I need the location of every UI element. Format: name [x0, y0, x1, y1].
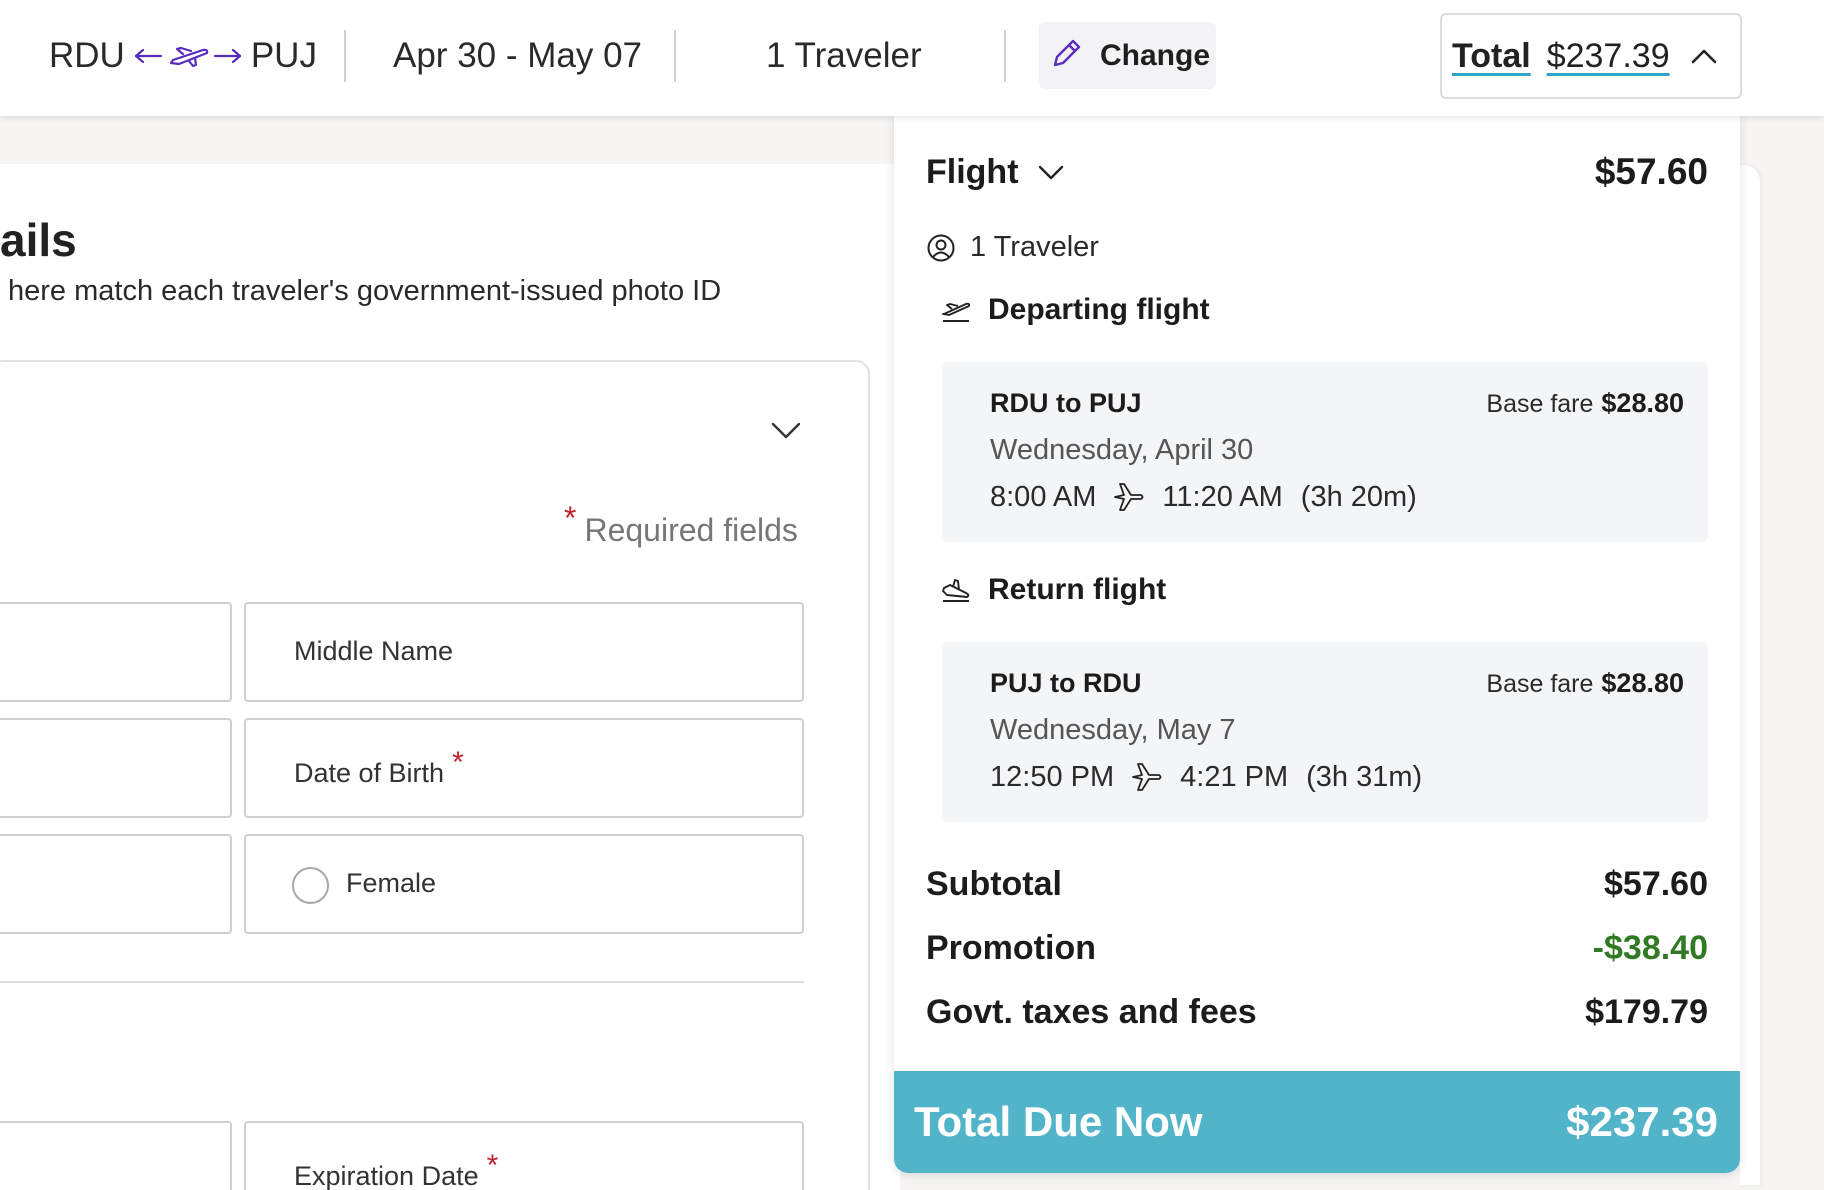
female-radio[interactable]	[292, 867, 329, 904]
dob-label: Date of Birth *	[294, 746, 464, 790]
subtotal-value: $57.60	[1604, 865, 1708, 903]
origin-code: RDU	[49, 36, 125, 75]
return-base-fare: Base fare $28.80	[1486, 668, 1684, 699]
base-fare-label: Base fare	[1486, 670, 1594, 698]
departing-flight-card: RDU to PUJ Base fare $28.80 Wednesday, Ap…	[942, 362, 1708, 542]
change-label: Change	[1100, 38, 1211, 72]
return-flight-card: PUJ to RDU Base fare $28.80 Wednesday, Ma…	[942, 642, 1708, 822]
taxes-label: Govt. taxes and fees	[926, 993, 1257, 1031]
subtotal-label: Subtotal	[926, 865, 1062, 903]
required-star: *	[452, 746, 464, 779]
departing-base-fare: Base fare $28.80	[1486, 388, 1684, 419]
panel-edge	[1740, 165, 1760, 1185]
trip-header: RDU PUJ Apr 30 - May 07 1 Traveler Chang…	[0, 0, 1824, 116]
depart-time: 8:00 AM	[990, 480, 1097, 513]
change-button[interactable]: Change	[1039, 22, 1216, 89]
promotion-label: Promotion	[926, 929, 1096, 967]
traveler-count: 1 Traveler	[926, 231, 1099, 264]
pencil-icon	[1050, 36, 1084, 75]
arrive-time: 4:21 PM	[1180, 760, 1289, 793]
flight-price: $57.60	[1594, 151, 1708, 192]
flight-duration: (3h 31m)	[1306, 760, 1423, 793]
flight-duration: (3h 20m)	[1300, 480, 1417, 513]
section-subtitle: here match each traveler's government-is…	[8, 275, 722, 307]
base-fare-label: Base fare	[1486, 390, 1594, 418]
last-name-field[interactable]	[0, 718, 232, 818]
departing-times: 8:00 AM 11:20 AM (3h 20m)	[990, 480, 1417, 514]
section-divider	[0, 981, 804, 983]
return-route: PUJ to RDU	[990, 668, 1142, 698]
departing-date: Wednesday, April 30	[990, 434, 1254, 466]
departing-route: RDU to PUJ	[990, 388, 1142, 418]
flight-toggle[interactable]: Flight	[926, 153, 1065, 192]
female-option[interactable]: Female	[244, 834, 804, 934]
chevron-up-icon	[1690, 47, 1718, 65]
taxes-value: $179.79	[1585, 993, 1708, 1031]
total-due-value: $237.39	[1566, 1098, 1718, 1145]
date-of-birth-field[interactable]: Date of Birth *	[244, 718, 804, 818]
header-divider	[674, 30, 676, 82]
landing-icon	[942, 579, 970, 602]
subtotal-row: Subtotal $57.60	[926, 865, 1708, 904]
departing-flight-heading: Departing flight	[940, 293, 1210, 327]
total-due-label: Total Due Now	[914, 1098, 1203, 1145]
takeoff-icon	[942, 302, 971, 322]
chevron-down-icon	[1038, 165, 1063, 179]
total-due-bar: Total Due Now $237.39	[894, 1071, 1740, 1173]
plane-icon	[1132, 763, 1162, 791]
trip-dates[interactable]: Apr 30 - May 07	[393, 32, 642, 80]
chevron-down-icon[interactable]	[770, 420, 802, 440]
section-title: ails	[0, 214, 77, 266]
middle-name-label: Middle Name	[294, 636, 454, 666]
plane-icon	[1114, 483, 1144, 511]
passport-number-field[interactable]	[0, 1121, 232, 1190]
total-toggle-button[interactable]: Total $237.39	[1440, 13, 1742, 99]
expiration-label-text: Expiration Date	[294, 1161, 479, 1190]
return-flight-title: Return flight	[988, 573, 1167, 606]
header-divider	[1004, 30, 1006, 82]
base-fare-value: $28.80	[1601, 388, 1684, 418]
header-divider	[344, 30, 346, 82]
male-option[interactable]	[0, 834, 232, 934]
return-flight-heading: Return flight	[940, 573, 1166, 607]
round-trip-plane-icon	[133, 41, 243, 71]
return-times: 12:50 PM 4:21 PM (3h 31m)	[990, 760, 1422, 794]
female-label: Female	[346, 868, 437, 898]
arrive-time: 11:20 AM	[1162, 480, 1283, 513]
middle-name-field[interactable]: Middle Name	[244, 602, 804, 702]
base-fare-value: $28.80	[1601, 668, 1684, 698]
expiration-date-field[interactable]: Expiration Date *	[244, 1121, 804, 1190]
departing-flight-title: Departing flight	[988, 293, 1210, 326]
required-star: *	[564, 500, 577, 537]
promotion-value: -$38.40	[1592, 929, 1708, 967]
depart-time: 12:50 PM	[990, 760, 1115, 793]
trip-route: RDU PUJ	[49, 32, 317, 80]
total-label: Total	[1452, 36, 1531, 75]
dob-label-text: Date of Birth	[294, 758, 445, 788]
taxes-row: Govt. taxes and fees $179.79	[926, 993, 1708, 1032]
required-fields-note: * Required fields	[564, 502, 798, 552]
total-value: $237.39	[1546, 36, 1670, 75]
return-date: Wednesday, May 7	[990, 714, 1236, 746]
promotion-row: Promotion -$38.40	[926, 929, 1708, 968]
user-icon	[927, 234, 955, 261]
trip-travelers[interactable]: 1 Traveler	[766, 32, 922, 80]
expiration-label: Expiration Date *	[294, 1149, 498, 1190]
required-star: *	[486, 1149, 499, 1182]
price-summary-panel: Flight $57.60 1 Traveler Departing fligh…	[894, 113, 1740, 1173]
traveler-count-label: 1 Traveler	[970, 231, 1099, 263]
required-fields-label: Required fields	[584, 512, 798, 548]
first-name-field[interactable]	[0, 602, 232, 702]
destination-code: PUJ	[250, 36, 317, 75]
flight-label: Flight	[926, 153, 1019, 191]
